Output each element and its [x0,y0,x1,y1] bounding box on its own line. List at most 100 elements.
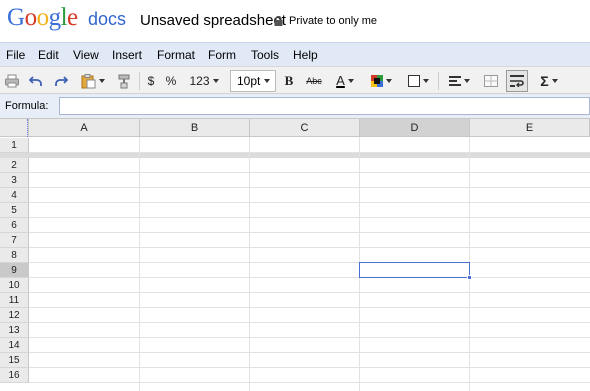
row-gridline [29,202,590,203]
border-icon [407,75,420,87]
align-button[interactable] [446,71,472,91]
chevron-down-icon [347,79,354,83]
paint-format-icon [118,74,130,89]
fill-color-icon [370,75,383,87]
chevron-down-icon [463,79,470,83]
wrap-text-button[interactable] [506,70,528,92]
column-header[interactable]: D [360,119,470,137]
currency-format-button[interactable]: $ [144,71,158,91]
column-header[interactable]: B [140,119,250,137]
menu-edit[interactable]: Edit [38,48,59,62]
google-logo[interactable]: Google [7,4,78,32]
logo-letter: e [67,4,78,31]
undo-icon [29,76,42,86]
spreadsheet-grid: A B C D E 1 2 3 4 5 6 7 8 9 10 11 12 13 14 15 16 [0,119,590,391]
row-header[interactable]: 12 [0,308,29,323]
formula-bar: Formula: [0,94,590,119]
percent-format-button[interactable]: % [163,71,179,91]
select-all-corner[interactable] [0,119,29,137]
document-title[interactable]: Unsaved spreadsheet [140,12,286,29]
functions-button[interactable]: Σ [536,71,562,91]
frozen-rows-divider[interactable] [0,153,590,158]
lock-icon [274,16,283,26]
row-header[interactable]: 9 [0,263,29,278]
fill-handle[interactable] [467,275,472,280]
menu-bar: File Edit View Insert Format Form Tools … [0,42,590,66]
formula-input[interactable] [59,97,590,115]
row-header[interactable]: 16 [0,368,29,383]
strikethrough-button[interactable]: Abc [302,71,326,91]
row-header[interactable]: 11 [0,293,29,308]
chevron-down-icon [264,79,271,83]
docs-logo-text[interactable]: docs [88,9,126,30]
merge-cells-icon [484,75,498,87]
printer-icon [5,74,19,88]
row-gridline [29,152,590,153]
chevron-down-icon [551,79,558,83]
text-color-button[interactable]: A [332,71,358,91]
menu-view[interactable]: View [73,48,99,62]
toolbar-divider [139,72,140,90]
chevron-down-icon [212,79,219,83]
background-color-button[interactable] [368,71,394,91]
row-gridline [29,307,590,308]
text-color-letter: A [336,73,345,88]
menu-form[interactable]: Form [208,48,236,62]
column-header[interactable]: A [29,119,140,137]
column-gridline [249,137,250,391]
font-size-value: 10pt [237,74,261,88]
menu-tools[interactable]: Tools [251,48,279,62]
menu-insert[interactable]: Insert [112,48,142,62]
row-header[interactable]: 2 [0,158,29,173]
borders-button[interactable] [404,71,432,91]
row-gridline [29,232,590,233]
row-gridline [29,247,590,248]
row-header[interactable]: 10 [0,278,29,293]
undo-button[interactable] [27,71,45,91]
menu-help[interactable]: Help [293,48,318,62]
app-header: Google docs Unsaved spreadsheet Private … [0,0,590,42]
row-gridline [29,352,590,353]
row-gridline [29,187,590,188]
row-header[interactable]: 8 [0,248,29,263]
menu-format[interactable]: Format [157,48,195,62]
formula-label: Formula: [5,100,49,112]
row-header[interactable]: 7 [0,233,29,248]
align-left-icon [448,76,461,86]
logo-letter: g [48,4,62,31]
row-gridline [29,217,590,218]
row-header[interactable]: 6 [0,218,29,233]
row-gridline [29,277,590,278]
row-header[interactable]: 1 [0,138,29,153]
paint-format-button[interactable] [114,71,134,91]
font-size-dropdown[interactable]: 10pt [230,70,276,92]
row-gridline [29,337,590,338]
row-header[interactable]: 13 [0,323,29,338]
column-header[interactable]: E [470,119,590,137]
row-header[interactable]: 15 [0,353,29,368]
toolbar-divider [438,72,439,90]
active-cell[interactable] [359,262,470,278]
print-button[interactable] [3,71,21,91]
redo-button[interactable] [52,71,70,91]
row-gridline [29,367,590,368]
number-format-dropdown[interactable]: 123 [186,71,222,91]
row-header[interactable]: 5 [0,203,29,218]
row-header[interactable]: 14 [0,338,29,353]
menu-file[interactable]: File [6,48,25,62]
logo-letter: o [24,4,38,31]
row-gridline [29,262,590,263]
wrap-text-icon [510,75,524,87]
column-header[interactable]: C [250,119,360,137]
row-gridline [29,322,590,323]
bold-button[interactable]: B [282,71,296,91]
row-header[interactable]: 3 [0,173,29,188]
column-gridline [139,137,140,391]
redo-icon [55,76,68,86]
paste-button[interactable] [78,71,106,91]
privacy-status[interactable]: Private to only me [289,15,377,27]
row-header[interactable]: 4 [0,188,29,203]
merge-cells-button[interactable] [482,71,500,91]
sigma-icon: Σ [540,73,549,89]
toolbar: $ % 123 10pt B Abc A Σ [0,66,590,94]
